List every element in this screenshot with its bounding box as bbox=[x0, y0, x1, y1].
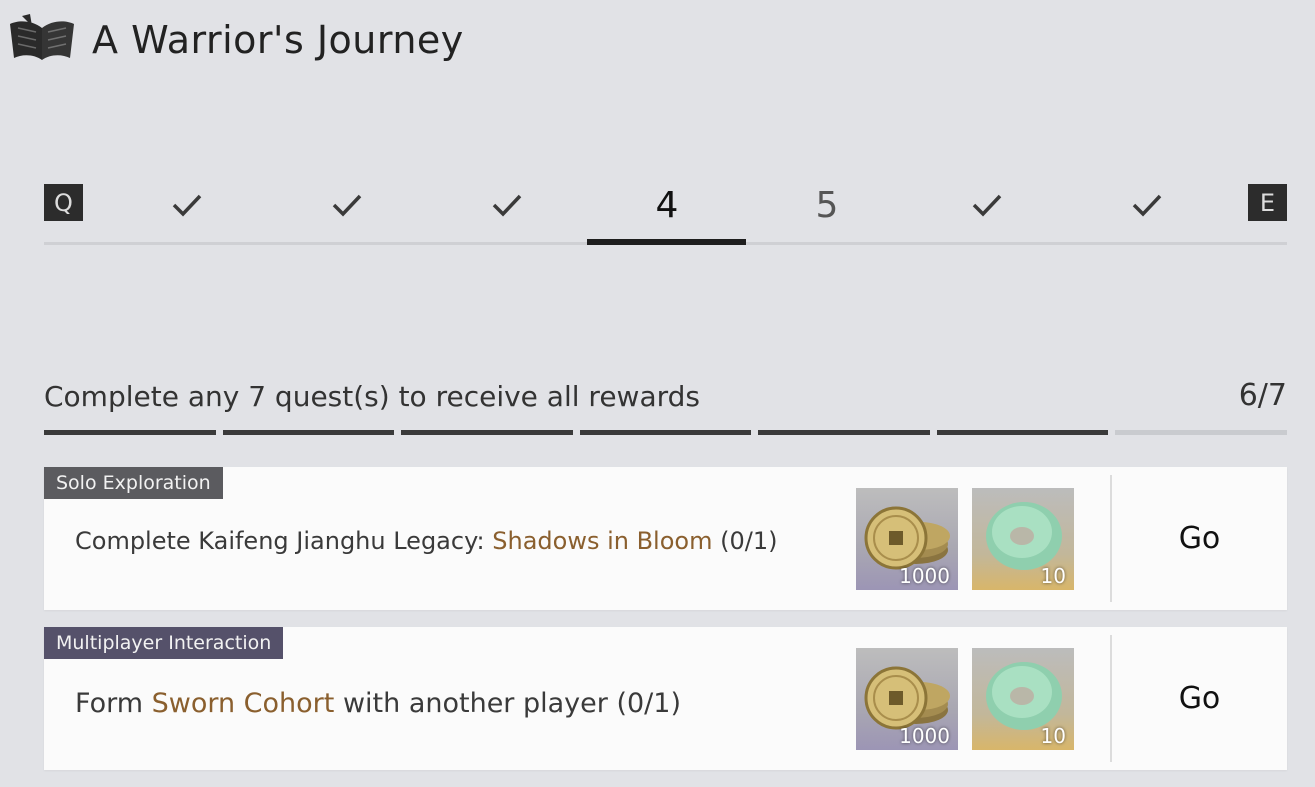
quest-card: Solo Exploration Complete Kaifeng Jiangh… bbox=[44, 467, 1287, 610]
tab-3[interactable] bbox=[427, 180, 587, 230]
reward-quantity: 10 bbox=[1040, 564, 1066, 588]
tab-label: 4 bbox=[655, 184, 679, 226]
quest-description: Form Sworn Cohort with another player (0… bbox=[75, 688, 681, 719]
reward-quantity: 10 bbox=[1040, 724, 1066, 748]
reward-item-jade[interactable]: 10 bbox=[972, 648, 1074, 750]
quest-category-badge: Solo Exploration bbox=[44, 467, 223, 499]
tab-5[interactable]: 5 bbox=[747, 180, 907, 230]
tab-4[interactable]: 4 bbox=[587, 180, 747, 230]
tab-6[interactable] bbox=[907, 180, 1067, 230]
quest-category-badge: Multiplayer Interaction bbox=[44, 627, 284, 659]
prev-tab-key-q[interactable]: Q bbox=[44, 184, 83, 221]
tab-label: 5 bbox=[815, 184, 839, 226]
go-button[interactable]: Go bbox=[1112, 467, 1287, 610]
progress-count: 6/7 bbox=[1238, 378, 1287, 413]
checkmark-icon bbox=[972, 194, 1002, 217]
quest-card: Multiplayer Interaction Form Sworn Cohor… bbox=[44, 627, 1287, 770]
checkmark-icon bbox=[492, 194, 522, 217]
page-header: A Warrior's Journey bbox=[8, 10, 464, 70]
next-tab-key-e[interactable]: E bbox=[1248, 184, 1287, 221]
open-book-icon bbox=[10, 14, 74, 61]
progress-title: Complete any 7 quest(s) to receive all r… bbox=[44, 380, 700, 413]
reward-item-jade[interactable]: 10 bbox=[972, 488, 1074, 590]
progress-segment bbox=[44, 430, 216, 435]
page-title: A Warrior's Journey bbox=[92, 18, 464, 62]
reward-item-coins[interactable]: 1000 bbox=[856, 488, 958, 590]
checkmark-icon bbox=[1132, 194, 1162, 217]
quest-description: Complete Kaifeng Jianghu Legacy: Shadows… bbox=[75, 527, 778, 555]
tab-7[interactable] bbox=[1067, 180, 1227, 230]
progress-segment bbox=[1115, 430, 1288, 435]
progress-segment bbox=[936, 430, 1109, 435]
progress-segment bbox=[758, 430, 930, 435]
quest-highlight-link[interactable]: Shadows in Bloom bbox=[492, 527, 712, 555]
progress-segment bbox=[222, 430, 395, 435]
progress-segment bbox=[579, 430, 752, 435]
reward-item-coins[interactable]: 1000 bbox=[856, 648, 958, 750]
reward-quantity: 1000 bbox=[899, 724, 950, 748]
go-button[interactable]: Go bbox=[1112, 627, 1287, 770]
progress-segment bbox=[401, 430, 573, 435]
tab-1[interactable] bbox=[107, 180, 267, 230]
quest-highlight-link[interactable]: Sworn Cohort bbox=[152, 688, 335, 719]
progress-segments bbox=[44, 430, 1288, 436]
checkmark-icon bbox=[172, 194, 202, 217]
checkmark-icon bbox=[332, 194, 362, 217]
tab-2[interactable] bbox=[267, 180, 427, 230]
active-tab-indicator bbox=[587, 239, 746, 245]
reward-quantity: 1000 bbox=[899, 564, 950, 588]
journey-tabs: Q 4 5 E bbox=[44, 180, 1287, 246]
